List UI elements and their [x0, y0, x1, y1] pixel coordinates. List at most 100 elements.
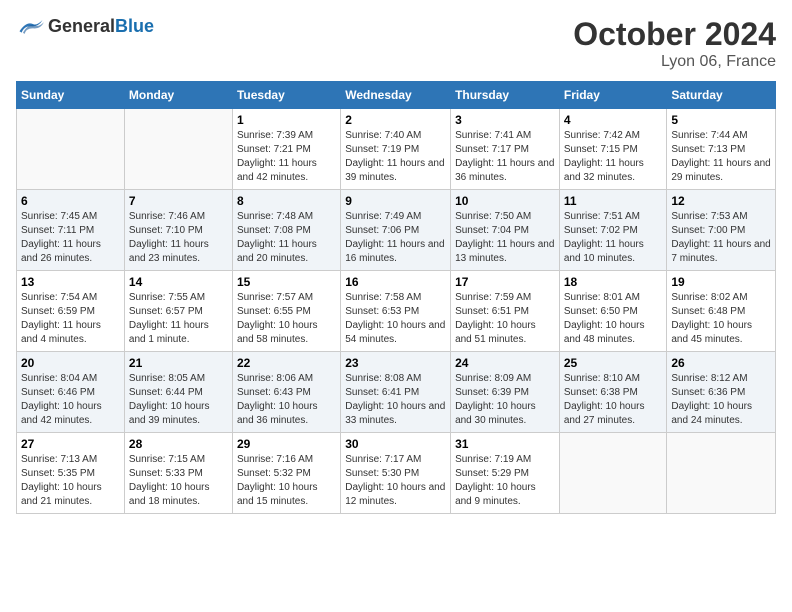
- calendar-cell: 17Sunrise: 7:59 AMSunset: 6:51 PMDayligh…: [451, 271, 560, 352]
- day-info: Sunrise: 7:41 AMSunset: 7:17 PMDaylight:…: [455, 129, 555, 185]
- day-info: Sunrise: 7:57 AMSunset: 6:55 PMDaylight:…: [237, 291, 336, 347]
- day-number: 25: [564, 356, 663, 370]
- calendar-cell: 23Sunrise: 8:08 AMSunset: 6:41 PMDayligh…: [341, 352, 451, 433]
- day-info: Sunrise: 7:19 AMSunset: 5:29 PMDaylight:…: [455, 453, 555, 509]
- day-number: 27: [21, 437, 120, 451]
- day-info: Sunrise: 7:48 AMSunset: 7:08 PMDaylight:…: [237, 210, 336, 266]
- calendar-cell: 25 Sunrise: 8:10 AMSunset: 6:38 PMDayligh…: [559, 352, 667, 433]
- calendar-cell: 18 Sunrise: 8:01 AMSunset: 6:50 PMDayligh…: [559, 271, 667, 352]
- calendar-cell: 22 Sunrise: 8:06 AMSunset: 6:43 PMDayligh…: [232, 352, 340, 433]
- calendar-cell: 10Sunrise: 7:50 AMSunset: 7:04 PMDayligh…: [451, 190, 560, 271]
- day-number: 22: [237, 356, 336, 370]
- calendar-cell: 16Sunrise: 7:58 AMSunset: 6:53 PMDayligh…: [341, 271, 451, 352]
- calendar-week-row: 1 Sunrise: 7:39 AMSunset: 7:21 PMDaylight…: [17, 109, 776, 190]
- calendar-cell: 24 Sunrise: 8:09 AMSunset: 6:39 PMDayligh…: [451, 352, 560, 433]
- day-info: Sunrise: 8:02 AMSunset: 6:48 PMDaylight:…: [671, 291, 771, 347]
- day-info: Sunrise: 7:40 AMSunset: 7:19 PMDaylight:…: [345, 129, 446, 185]
- calendar-cell: [17, 109, 125, 190]
- day-info: Sunrise: 7:58 AMSunset: 6:53 PMDaylight:…: [345, 291, 446, 347]
- day-info: Sunrise: 8:09 AMSunset: 6:39 PMDaylight:…: [455, 372, 555, 428]
- day-info: Sunrise: 7:42 AMSunset: 7:15 PMDaylight:…: [564, 129, 663, 185]
- calendar-cell: 5 Sunrise: 7:44 AMSunset: 7:13 PMDaylight…: [667, 109, 776, 190]
- calendar-cell: 21 Sunrise: 8:05 AMSunset: 6:44 PMDayligh…: [124, 352, 232, 433]
- calendar-cell: [124, 109, 232, 190]
- day-number: 2: [345, 113, 446, 127]
- day-number: 29: [237, 437, 336, 451]
- day-info: Sunrise: 7:15 AMSunset: 5:33 PMDaylight:…: [129, 453, 228, 509]
- calendar-cell: [559, 433, 667, 514]
- day-info: Sunrise: 7:44 AMSunset: 7:13 PMDaylight:…: [671, 129, 771, 185]
- day-info: Sunrise: 7:39 AMSunset: 7:21 PMDaylight:…: [237, 129, 336, 185]
- day-info: Sunrise: 7:16 AMSunset: 5:32 PMDaylight:…: [237, 453, 336, 509]
- month-title: October 2024: [573, 16, 776, 53]
- calendar-cell: 11 Sunrise: 7:51 AMSunset: 7:02 PMDayligh…: [559, 190, 667, 271]
- day-number: 11: [564, 194, 663, 208]
- calendar-cell: 15 Sunrise: 7:57 AMSunset: 6:55 PMDayligh…: [232, 271, 340, 352]
- day-number: 7: [129, 194, 228, 208]
- calendar-cell: 2 Sunrise: 7:40 AMSunset: 7:19 PMDaylight…: [341, 109, 451, 190]
- day-number: 21: [129, 356, 228, 370]
- weekday-header-sunday: Sunday: [17, 82, 125, 109]
- day-number: 26: [671, 356, 771, 370]
- weekday-header-saturday: Saturday: [667, 82, 776, 109]
- day-info: Sunrise: 7:51 AMSunset: 7:02 PMDaylight:…: [564, 210, 663, 266]
- day-info: Sunrise: 7:45 AMSunset: 7:11 PMDaylight:…: [21, 210, 120, 266]
- day-info: Sunrise: 8:12 AMSunset: 6:36 PMDaylight:…: [671, 372, 771, 428]
- day-info: Sunrise: 7:54 AMSunset: 6:59 PMDaylight:…: [21, 291, 120, 347]
- calendar-week-row: 20Sunrise: 8:04 AMSunset: 6:46 PMDayligh…: [17, 352, 776, 433]
- weekday-header-wednesday: Wednesday: [341, 82, 451, 109]
- day-number: 28: [129, 437, 228, 451]
- day-info: Sunrise: 7:13 AMSunset: 5:35 PMDaylight:…: [21, 453, 120, 509]
- day-number: 30: [345, 437, 446, 451]
- day-number: 31: [455, 437, 555, 451]
- calendar-week-row: 13Sunrise: 7:54 AMSunset: 6:59 PMDayligh…: [17, 271, 776, 352]
- logo-general: General: [48, 16, 115, 36]
- calendar-cell: 6 Sunrise: 7:45 AMSunset: 7:11 PMDaylight…: [17, 190, 125, 271]
- day-number: 6: [21, 194, 120, 208]
- calendar-cell: 29 Sunrise: 7:16 AMSunset: 5:32 PMDayligh…: [232, 433, 340, 514]
- calendar-cell: 30 Sunrise: 7:17 AMSunset: 5:30 PMDayligh…: [341, 433, 451, 514]
- weekday-header-row: SundayMondayTuesdayWednesdayThursdayFrid…: [17, 82, 776, 109]
- calendar-cell: 31 Sunrise: 7:19 AMSunset: 5:29 PMDayligh…: [451, 433, 560, 514]
- calendar-table: SundayMondayTuesdayWednesdayThursdayFrid…: [16, 81, 776, 514]
- logo: GeneralBlue: [16, 16, 154, 37]
- calendar-cell: 26 Sunrise: 8:12 AMSunset: 6:36 PMDayligh…: [667, 352, 776, 433]
- day-info: Sunrise: 8:05 AMSunset: 6:44 PMDaylight:…: [129, 372, 228, 428]
- calendar-week-row: 27 Sunrise: 7:13 AMSunset: 5:35 PMDayligh…: [17, 433, 776, 514]
- day-number: 24: [455, 356, 555, 370]
- day-info: Sunrise: 7:46 AMSunset: 7:10 PMDaylight:…: [129, 210, 228, 266]
- day-info: Sunrise: 7:53 AMSunset: 7:00 PMDaylight:…: [671, 210, 771, 266]
- calendar-cell: 14 Sunrise: 7:55 AMSunset: 6:57 PMDayligh…: [124, 271, 232, 352]
- calendar-cell: 3 Sunrise: 7:41 AMSunset: 7:17 PMDaylight…: [451, 109, 560, 190]
- day-info: Sunrise: 7:55 AMSunset: 6:57 PMDaylight:…: [129, 291, 228, 347]
- weekday-header-thursday: Thursday: [451, 82, 560, 109]
- day-number: 9: [345, 194, 446, 208]
- calendar-cell: 8Sunrise: 7:48 AMSunset: 7:08 PMDaylight…: [232, 190, 340, 271]
- weekday-header-monday: Monday: [124, 82, 232, 109]
- day-info: Sunrise: 8:06 AMSunset: 6:43 PMDaylight:…: [237, 372, 336, 428]
- day-number: 3: [455, 113, 555, 127]
- day-number: 1: [237, 113, 336, 127]
- calendar-cell: 13Sunrise: 7:54 AMSunset: 6:59 PMDayligh…: [17, 271, 125, 352]
- day-info: Sunrise: 8:01 AMSunset: 6:50 PMDaylight:…: [564, 291, 663, 347]
- calendar-cell: 7 Sunrise: 7:46 AMSunset: 7:10 PMDaylight…: [124, 190, 232, 271]
- day-number: 4: [564, 113, 663, 127]
- day-number: 15: [237, 275, 336, 289]
- day-number: 18: [564, 275, 663, 289]
- day-info: Sunrise: 8:10 AMSunset: 6:38 PMDaylight:…: [564, 372, 663, 428]
- day-info: Sunrise: 8:04 AMSunset: 6:46 PMDaylight:…: [21, 372, 120, 428]
- calendar-cell: 1 Sunrise: 7:39 AMSunset: 7:21 PMDaylight…: [232, 109, 340, 190]
- day-number: 14: [129, 275, 228, 289]
- day-number: 17: [455, 275, 555, 289]
- logo-blue: Blue: [115, 16, 154, 36]
- day-number: 10: [455, 194, 555, 208]
- calendar-cell: 20Sunrise: 8:04 AMSunset: 6:46 PMDayligh…: [17, 352, 125, 433]
- location-title: Lyon 06, France: [573, 53, 776, 71]
- calendar-cell: [667, 433, 776, 514]
- day-info: Sunrise: 7:17 AMSunset: 5:30 PMDaylight:…: [345, 453, 446, 509]
- calendar-cell: 28 Sunrise: 7:15 AMSunset: 5:33 PMDayligh…: [124, 433, 232, 514]
- weekday-header-tuesday: Tuesday: [232, 82, 340, 109]
- calendar-cell: 4 Sunrise: 7:42 AMSunset: 7:15 PMDaylight…: [559, 109, 667, 190]
- logo-text: GeneralBlue: [48, 16, 154, 37]
- day-number: 5: [671, 113, 771, 127]
